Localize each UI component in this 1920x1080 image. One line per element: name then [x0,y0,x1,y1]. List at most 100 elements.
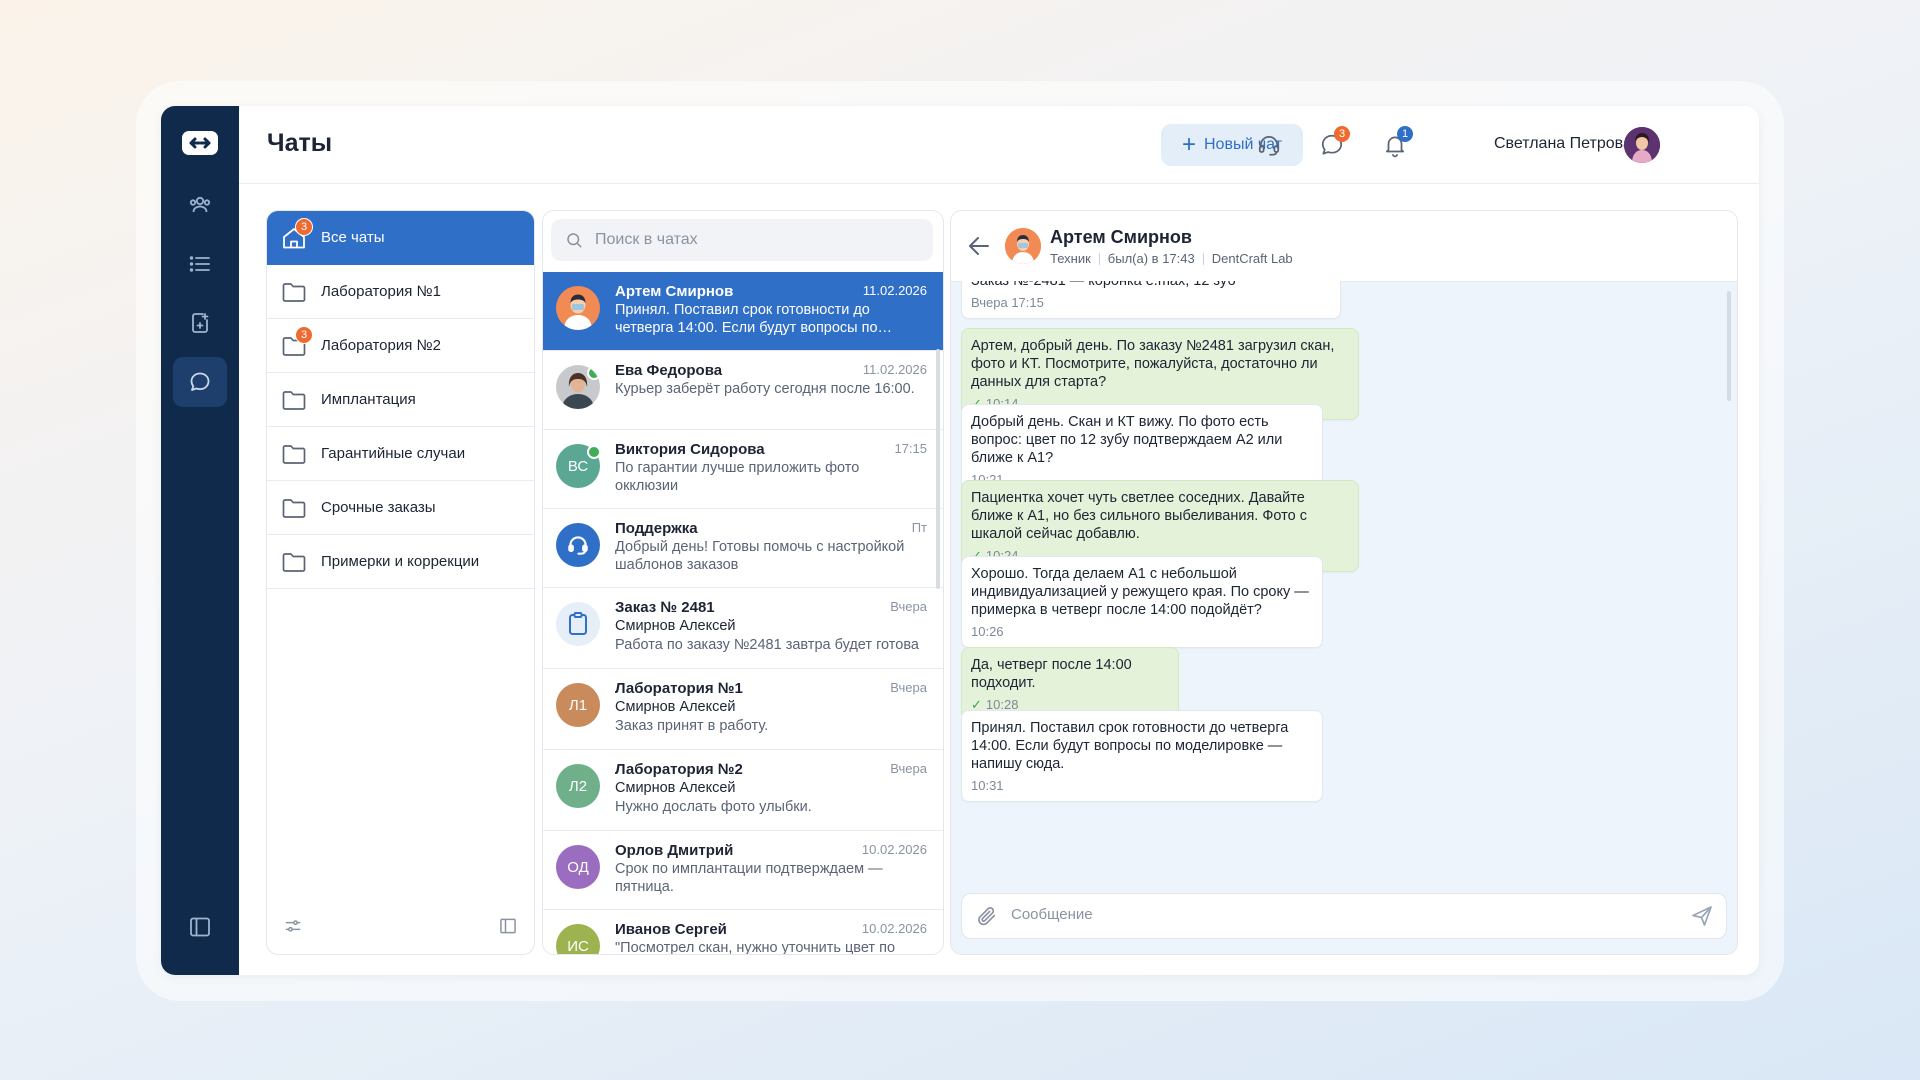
chat-preview: Заказ принят в работу. [615,718,769,734]
add-document-icon [192,313,209,333]
message-incoming[interactable]: Хорошо. Тогда делаем A1 с небольшой инди… [961,556,1323,648]
folder-item[interactable]: Имплантация [267,373,534,427]
avatar-initials: ОД [567,858,589,876]
messages-badge: 3 [1334,126,1350,142]
search-box[interactable] [551,219,933,261]
chat-time: Вчера [890,761,927,776]
top-header: Чаты + Новый чат 3 1 Светлана Петрова [239,106,1759,184]
folder-label: Примерки и коррекции [321,553,480,570]
chat-preview: Курьер заберёт работу сегодня после 16:0… [615,381,915,397]
message-incoming[interactable]: Заказ №-2481 — коронка e.max, 12 зуб Вчер… [961,281,1341,319]
chat-name: Лаборатория №1 [615,680,743,697]
chat-name: Поддержка [615,520,698,537]
conversation-last-seen: был(а) в 17:43 [1107,251,1195,266]
collapse-panel-icon[interactable] [498,916,518,936]
search-input[interactable] [593,230,917,250]
chat-time: 11.02.2026 [862,283,927,298]
sidebar-item-users[interactable] [173,180,227,230]
chat-name: Ева Федорова [615,362,723,379]
chat-preview: Принял. Поставил срок готовности до четв… [615,302,878,336]
chat-list-item[interactable]: Л2 Лаборатория №2 Вчера Смирнов Алексей Нужн… [543,750,943,831]
arrow-left-icon [969,237,989,255]
avatar-initials: ВС [567,457,589,475]
chat-list-item[interactable]: Артем Смирнов 11.02.2026 Принял. Поставил … [543,272,943,351]
avatar-initials: Л1 [568,696,588,714]
send-icon[interactable] [1690,904,1714,928]
chat-name: Орлов Дмитрий [615,842,734,859]
thread-scrollbar[interactable] [1727,291,1731,401]
message-meta: 10:31 [971,777,1313,795]
chat-list-item[interactable]: Заказ № 2481 Вчера Смирнов Алексей Работа п… [543,588,943,669]
chat-list-item[interactable]: Ева Федорова 11.02.2026 Курьер заберёт раб… [543,351,943,430]
folder-label: Все чаты [321,229,385,246]
clipboard-icon [556,602,600,646]
chat-list-scrollbar[interactable] [936,349,940,589]
sidebar-item-list[interactable] [173,239,227,289]
notifications-badge: 1 [1397,126,1413,142]
avatar: ИС [556,924,600,955]
chat-time: Вчера [890,680,927,695]
app-logo[interactable] [181,128,219,158]
message-text: Пациентка хочет чуть светлее соседних. Д… [971,490,1307,542]
divider [1098,252,1100,265]
support-avatar [556,523,600,567]
messages-button[interactable]: 3 [1316,126,1350,161]
folder-item[interactable]: Примерки и коррекции [267,535,534,589]
back-button[interactable] [967,235,991,257]
chat-preview: Срок по имплантации подтверждаем — пятни… [615,861,883,895]
chat-name: Лаборатория №2 [615,761,743,778]
list-icon [189,256,210,272]
avatar [556,365,600,409]
chat-name: Виктория Сидорова [615,441,765,458]
sidebar-item-chats[interactable] [173,357,227,407]
chat-name: Заказ № 2481 [615,599,715,616]
chat-preview: Работа по заказу №2481 завтра будет гото… [615,637,919,653]
folder-label: Имплантация [321,391,416,408]
user-name[interactable]: Светлана Петрова [1494,135,1632,153]
filter-sliders-icon[interactable] [283,916,303,936]
folder-badge: 3 [295,325,313,344]
attach-icon[interactable] [976,905,998,927]
message-text: Хорошо. Тогда делаем A1 с небольшой инди… [971,566,1309,618]
message-text: Добрый день. Скан и КТ вижу. По фото ест… [971,414,1283,466]
message-input[interactable] [1009,905,1653,924]
folder-item[interactable]: Гарантийные случаи [267,427,534,481]
conversation-role: Техник [1050,251,1091,266]
search-icon [567,233,582,248]
folder-item[interactable]: Срочные заказы [267,481,534,535]
folder-label: Гарантийные случаи [321,445,466,462]
chat-list-item[interactable]: ИС Иванов Сергей 10.02.2026 "Посмотрел скан… [543,910,943,955]
message-time: 10:26 [971,624,1004,639]
avatar-initials: ИС [567,937,589,955]
folder-item[interactable]: 3 Лаборатория №2 [267,319,534,373]
folder-item[interactable]: 3 Все чаты [267,211,534,265]
chat-time: 10.02.2026 [861,842,927,857]
chat-icon [190,372,210,391]
message-incoming[interactable]: Принял. Поставил срок готовности до четв… [961,710,1323,802]
message-thread: Заказ №-2481 — коронка e.max, 12 зуб Вчер… [951,281,1737,881]
chat-list-item[interactable]: ВС Виктория Сидорова 17:15 По гарантии лучш… [543,430,943,509]
divider [1202,252,1204,265]
sidebar [161,106,239,975]
chat-time: Вчера [890,599,927,614]
folder-item[interactable]: Лаборатория №1 [267,265,534,319]
user-avatar[interactable] [1624,127,1660,163]
message-time: Вчера 17:15 [971,295,1044,310]
conversation-header: Артем Смирнов Техник был(а) в 17:43 Dent… [951,211,1737,282]
message-text: Артем, добрый день. По заказу №2481 загр… [971,338,1335,390]
conversation-meta: Техник был(а) в 17:43 DentCraft Lab [1050,251,1293,266]
chat-list-item[interactable]: Л1 Лаборатория №1 Вчера Смирнов Алексей Зака… [543,669,943,750]
chat-list-item[interactable]: ОД Орлов Дмитрий 10.02.2026 Срок по имплант… [543,831,943,910]
folders-footer [267,916,534,940]
message-meta: Вчера 17:15 [971,294,1331,312]
chat-list-item[interactable]: Поддержка Пт Добрый день! Готовы помочь с … [543,509,943,588]
chat-time: 17:15 [894,441,927,456]
folder-label: Срочные заказы [321,499,436,516]
notifications-button[interactable]: 1 [1379,126,1413,161]
sidebar-toggle[interactable] [173,902,227,952]
support-button[interactable] [1253,129,1285,161]
home-icon: 3 [281,217,313,250]
sidebar-item-new-order[interactable] [173,298,227,348]
message-time: 10:31 [971,778,1004,793]
avatar: ОД [556,845,600,889]
